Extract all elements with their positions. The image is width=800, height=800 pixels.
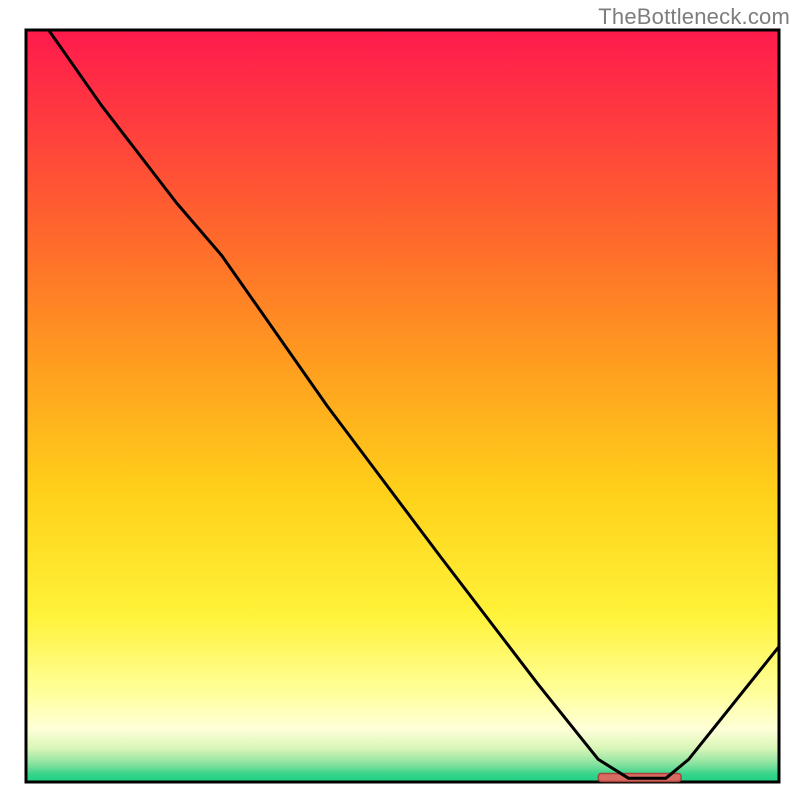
plot-background (26, 30, 779, 782)
chart-canvas (0, 0, 800, 800)
bottleneck-chart: TheBottleneck.com (0, 0, 800, 800)
attribution-text: TheBottleneck.com (598, 4, 790, 30)
